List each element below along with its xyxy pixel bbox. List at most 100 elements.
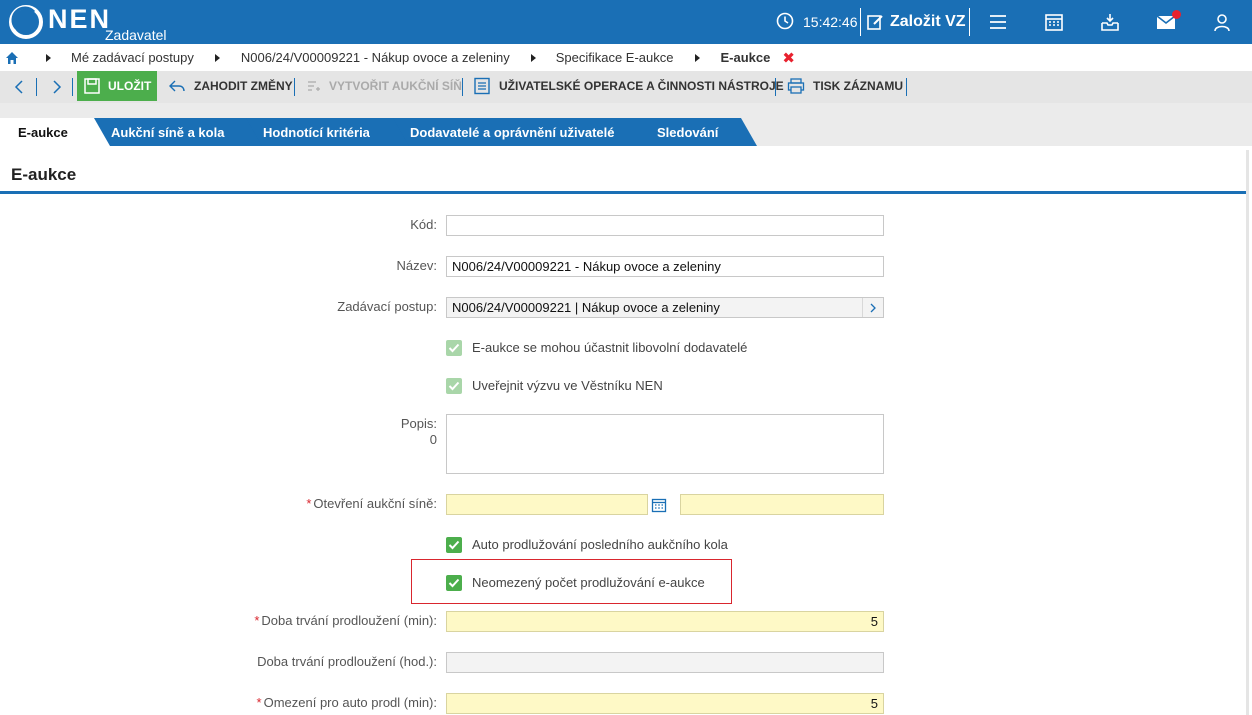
nen-logo-icon[interactable] xyxy=(8,4,44,40)
breadcrumb-arrow-icon xyxy=(46,53,51,62)
edit-icon xyxy=(867,15,883,30)
doba-min-label: * Doba trvání prodloužení (min): xyxy=(254,613,437,628)
popis-label: Popis: xyxy=(400,416,437,431)
divider xyxy=(906,78,907,96)
tab-e-aukce[interactable]: E-aukce xyxy=(0,118,110,146)
discard-changes-button[interactable]: ZAHODIT ZMĚNY xyxy=(168,71,293,101)
breadcrumb-item[interactable]: N006/24/V00009221 - Nákup ovoce a zeleni… xyxy=(241,50,510,65)
divider xyxy=(72,78,73,96)
popis-textarea[interactable] xyxy=(446,414,884,474)
auto-extend-label: Auto prodlužování posledního aukčního ko… xyxy=(472,537,728,552)
notification-badge xyxy=(1172,10,1181,19)
required-marker: * xyxy=(254,613,260,628)
omezeni-input[interactable]: 5 xyxy=(446,693,884,714)
kod-input[interactable] xyxy=(446,215,884,236)
auto-extend-checkbox[interactable] xyxy=(446,537,462,553)
otevreni-label-text: Otevření aukční síně: xyxy=(313,496,437,511)
omezeni-label: * Omezení pro auto prodl (min): xyxy=(257,695,437,710)
tab-label: Hodnotící kritéria xyxy=(263,124,370,140)
tab-label: Aukční síně a kola xyxy=(111,124,225,140)
close-icon[interactable]: ✖ xyxy=(782,49,795,67)
zadavaci-postup-label: Zadávací postup: xyxy=(337,299,437,314)
checkmark-icon xyxy=(448,343,460,353)
otevreni-time-input[interactable] xyxy=(680,494,884,515)
tab-label: Dodavatelé a oprávnění uživatelé xyxy=(410,124,615,140)
divider xyxy=(969,8,970,36)
user-icon[interactable] xyxy=(1211,11,1233,33)
breadcrumb-arrow-icon xyxy=(694,53,700,62)
checkmark-icon xyxy=(448,381,460,391)
divider xyxy=(294,78,295,96)
user-operations-button[interactable]: UŽIVATELSKÉ OPERACE A ČINNOSTI NÁSTROJE xyxy=(473,71,784,101)
divider xyxy=(775,78,776,96)
inbox-icon[interactable] xyxy=(1099,11,1121,33)
scroll-track xyxy=(1246,150,1249,715)
toolbar: ULOŽIT ZAHODIT ZMĚNY VYTVOŘIT AUKČNÍ SÍŇ… xyxy=(0,71,1252,103)
breadcrumb-arrow-icon xyxy=(530,53,536,62)
divider xyxy=(860,8,861,36)
back-icon[interactable] xyxy=(12,79,28,95)
calendar-icon[interactable] xyxy=(1043,11,1065,33)
popis-char-count: 0 xyxy=(429,432,437,447)
save-button[interactable]: ULOŽIT xyxy=(77,71,157,101)
nazev-label: Název: xyxy=(396,258,437,273)
tab-label: E-aukce xyxy=(18,124,68,140)
unlimited-extensions-label: Neomezený počet prodlužování e-aukce xyxy=(472,575,705,590)
required-marker: * xyxy=(306,496,312,511)
user-ops-label: UŽIVATELSKÉ OPERACE A ČINNOSTI NÁSTROJE xyxy=(499,79,784,93)
clock-icon xyxy=(776,12,794,30)
undo-icon xyxy=(169,80,185,92)
nazev-input[interactable]: N006/24/V00009221 - Nákup ovoce a zeleni… xyxy=(446,256,884,277)
doba-min-input[interactable]: 5 xyxy=(446,611,884,632)
checkmark-icon xyxy=(448,540,460,550)
breadcrumb-arrow-icon xyxy=(214,53,220,62)
save-label: ULOŽIT xyxy=(108,79,152,93)
doba-hod-label: Doba trvání prodloužení (hod.): xyxy=(257,654,437,669)
tab-criteria[interactable]: Hodnotící kritéria xyxy=(245,118,409,146)
create-room-label: VYTVOŘIT AUKČNÍ SÍŇ xyxy=(329,79,462,93)
zadavaci-postup-value: N006/24/V00009221 | Nákup ovoce a zeleni… xyxy=(452,300,720,315)
list-add-icon xyxy=(308,81,320,91)
home-icon[interactable] xyxy=(5,51,19,65)
create-auction-room-button[interactable]: VYTVOŘIT AUKČNÍ SÍŇ xyxy=(307,71,462,101)
document-list-icon xyxy=(474,77,490,95)
omezeni-label-text: Omezení pro auto prodl (min): xyxy=(263,695,437,710)
doba-hod-input xyxy=(446,652,884,673)
tab-auction-rooms[interactable]: Aukční síně a kola xyxy=(93,118,262,146)
breadcrumb-item[interactable]: Specifikace E-aukce xyxy=(556,50,674,65)
zadavaci-postup-field: N006/24/V00009221 | Nákup ovoce a zeleni… xyxy=(446,297,884,318)
any-supplier-label: E-aukce se mohou účastnit libovolní doda… xyxy=(472,340,748,355)
breadcrumb-item[interactable]: Mé zadávací postupy xyxy=(71,50,194,65)
divider xyxy=(462,78,463,96)
tab-suppliers[interactable]: Dodavatelé a oprávnění uživatelé xyxy=(392,118,656,146)
save-icon xyxy=(84,78,100,94)
otevreni-date-input[interactable] xyxy=(446,494,648,515)
printer-icon xyxy=(787,78,805,94)
tab-bar: Dodavatelé a oprávnění uživatelé Sledová… xyxy=(0,103,1252,146)
otevreni-label: * Otevření aukční síně: xyxy=(306,496,437,511)
kod-label: Kód: xyxy=(410,217,437,232)
any-supplier-checkbox[interactable] xyxy=(446,340,462,356)
open-postup-button[interactable] xyxy=(862,298,883,317)
publish-vestnik-label: Uveřejnit výzvu ve Věstníku NEN xyxy=(472,378,663,393)
logo-subtitle: Zadavatel xyxy=(105,27,167,43)
date-picker-button[interactable] xyxy=(648,494,670,515)
breadcrumb-current: E-aukce xyxy=(720,50,771,65)
forward-icon[interactable] xyxy=(48,79,64,95)
required-marker: * xyxy=(256,695,262,710)
logo-text[interactable]: NEN xyxy=(48,4,111,35)
unlimited-extensions-checkbox[interactable] xyxy=(446,575,462,591)
calendar-icon xyxy=(651,498,667,512)
session-time: 15:42:46 xyxy=(803,14,858,30)
doba-min-label-text: Doba trvání prodloužení (min): xyxy=(261,613,437,628)
menu-icon[interactable] xyxy=(987,11,1009,33)
breadcrumb: Mé zadávací postupy N006/24/V00009221 - … xyxy=(0,44,1252,71)
print-record-button[interactable]: TISK ZÁZNAMU xyxy=(787,71,903,101)
tab-monitoring[interactable]: Sledování xyxy=(639,118,757,146)
publish-vestnik-checkbox[interactable] xyxy=(446,378,462,394)
create-vz-button[interactable]: Založit VZ xyxy=(866,10,966,34)
create-vz-label: Založit VZ xyxy=(890,13,966,30)
top-bar: NEN Zadavatel 15:42:46 Založit VZ xyxy=(0,0,1252,44)
tab-label: Sledování xyxy=(657,124,719,140)
divider xyxy=(36,78,37,96)
